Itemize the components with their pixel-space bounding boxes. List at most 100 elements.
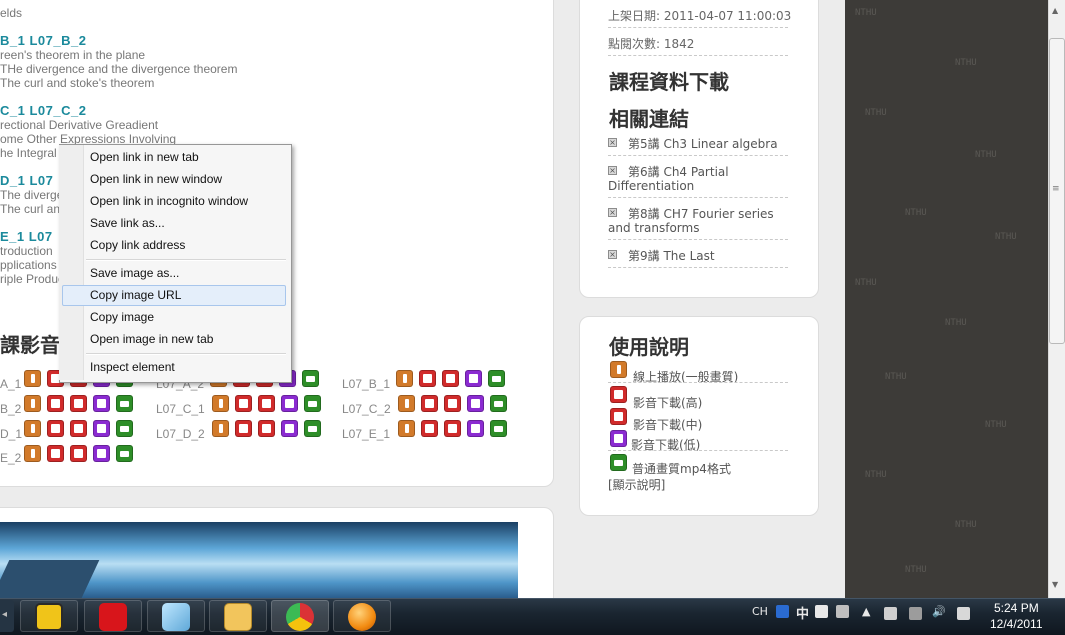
mp4-icon[interactable] bbox=[488, 370, 505, 387]
download-high-icon[interactable] bbox=[235, 420, 252, 437]
menu-save-link-as[interactable]: Save link as... bbox=[90, 216, 165, 230]
download-mid-icon[interactable] bbox=[444, 395, 461, 412]
related-link-6[interactable]: 第6講 Ch4 Partial Differentiation bbox=[608, 165, 788, 193]
taskbar-app-mail[interactable] bbox=[209, 600, 267, 632]
download-low-icon[interactable] bbox=[467, 420, 484, 437]
menu-inspect-element[interactable]: Inspect element bbox=[90, 360, 175, 374]
clock-time[interactable]: 5:24 PM bbox=[994, 601, 1039, 615]
pattern-word: NTHU bbox=[945, 318, 967, 328]
lecture-b-link[interactable]: B_1 L07_B_2 bbox=[0, 33, 86, 48]
download-low-icon bbox=[610, 430, 627, 447]
mp4-icon[interactable] bbox=[116, 395, 133, 412]
download-low-icon[interactable] bbox=[467, 395, 484, 412]
play-icon bbox=[610, 361, 627, 378]
play-icon[interactable] bbox=[212, 395, 229, 412]
start-arrow-icon: ◂ bbox=[2, 609, 8, 620]
divider bbox=[608, 382, 788, 383]
play-icon[interactable] bbox=[24, 370, 41, 387]
divider bbox=[608, 239, 788, 240]
scroll-grip-icon: ≡ bbox=[1052, 184, 1060, 194]
related-link-9[interactable]: 第9講 The Last bbox=[608, 249, 788, 263]
download-high-icon[interactable] bbox=[235, 395, 252, 412]
related-link-5[interactable]: 第5講 Ch3 Linear algebra bbox=[608, 137, 788, 151]
download-low-icon[interactable] bbox=[93, 445, 110, 462]
download-low-icon[interactable] bbox=[281, 420, 298, 437]
pattern-word: NTHU bbox=[855, 8, 877, 18]
play-icon[interactable] bbox=[24, 445, 41, 462]
video-section-title: 課影音 bbox=[0, 333, 60, 357]
related-link-8[interactable]: 第8講 CH7 Fourier series and transforms bbox=[608, 207, 788, 235]
download-high-icon[interactable] bbox=[419, 370, 436, 387]
menu-open-link-incognito[interactable]: Open link in incognito window bbox=[90, 194, 248, 208]
device-icon[interactable] bbox=[909, 607, 922, 620]
lecture-e-link[interactable]: E_1 L07 bbox=[0, 229, 53, 244]
play-icon[interactable] bbox=[24, 395, 41, 412]
menu-copy-link-address[interactable]: Copy link address bbox=[90, 238, 185, 252]
download-mid-icon[interactable] bbox=[258, 420, 275, 437]
mp4-icon[interactable] bbox=[116, 445, 133, 462]
lecture-e-item-1: troduction bbox=[0, 244, 53, 258]
play-icon[interactable] bbox=[396, 370, 413, 387]
download-low-icon[interactable] bbox=[281, 395, 298, 412]
lecture-c-link[interactable]: C_1 L07_C_2 bbox=[0, 103, 86, 118]
play-icon[interactable] bbox=[398, 395, 415, 412]
download-mid-icon[interactable] bbox=[70, 445, 87, 462]
lecture-d-link[interactable]: D_1 L07 bbox=[0, 173, 53, 188]
chrome-icon bbox=[286, 603, 314, 631]
input-language[interactable]: CH bbox=[752, 605, 768, 618]
download-mid-icon bbox=[610, 408, 627, 425]
mp4-icon[interactable] bbox=[490, 395, 507, 412]
download-low-icon[interactable] bbox=[465, 370, 482, 387]
volume-icon[interactable]: 🔊 bbox=[932, 605, 946, 618]
network-warning-icon[interactable] bbox=[884, 607, 897, 620]
taskbar-app-chrome[interactable] bbox=[271, 600, 329, 632]
mp4-icon[interactable] bbox=[490, 420, 507, 437]
play-icon[interactable] bbox=[24, 420, 41, 437]
download-mid-icon[interactable] bbox=[70, 420, 87, 437]
play-icon[interactable] bbox=[212, 420, 229, 437]
show-explanation-link[interactable]: [顯示說明] bbox=[608, 476, 665, 493]
menu-open-image-new-tab[interactable]: Open image in new tab bbox=[90, 332, 213, 346]
mp4-icon[interactable] bbox=[116, 420, 133, 437]
scroll-up-arrow-icon[interactable]: ▲ bbox=[1052, 6, 1062, 16]
menu-separator bbox=[86, 353, 286, 355]
pattern-word: NTHU bbox=[865, 108, 887, 118]
download-low-icon[interactable] bbox=[93, 395, 110, 412]
clock-date[interactable]: 12/4/2011 bbox=[990, 617, 1043, 631]
action-center-icon[interactable] bbox=[957, 607, 970, 620]
download-high-icon[interactable] bbox=[421, 395, 438, 412]
scroll-down-arrow-icon[interactable]: ▼ bbox=[1052, 580, 1062, 590]
download-high-icon[interactable] bbox=[47, 420, 64, 437]
taskbar-app-norton[interactable] bbox=[20, 600, 78, 632]
menu-copy-image-url[interactable]: Copy image URL bbox=[90, 288, 181, 302]
full-width-icon[interactable] bbox=[815, 605, 828, 618]
download-mid-icon[interactable] bbox=[442, 370, 459, 387]
mp4-icon[interactable] bbox=[302, 370, 319, 387]
download-low-icon[interactable] bbox=[93, 420, 110, 437]
menu-save-image-as[interactable]: Save image as... bbox=[90, 266, 179, 280]
lecture-b-item-1: reen's theorem in the plane bbox=[0, 48, 146, 62]
download-mid-icon[interactable] bbox=[258, 395, 275, 412]
ime-mode-icon[interactable] bbox=[776, 605, 789, 618]
mp4-icon[interactable] bbox=[304, 395, 321, 412]
download-high-icon[interactable] bbox=[421, 420, 438, 437]
download-high-icon[interactable] bbox=[47, 395, 64, 412]
taskbar-app-media-player[interactable] bbox=[333, 600, 391, 632]
taskbar-app-avira[interactable] bbox=[84, 600, 142, 632]
ime-settings-icon[interactable] bbox=[836, 605, 849, 618]
mp4-icon[interactable] bbox=[304, 420, 321, 437]
download-mid-icon[interactable] bbox=[70, 395, 87, 412]
download-mid-icon[interactable] bbox=[444, 420, 461, 437]
video-row-label: L07_D_2 bbox=[156, 427, 205, 441]
menu-copy-image[interactable]: Copy image bbox=[90, 310, 154, 324]
download-high-icon[interactable] bbox=[47, 445, 64, 462]
video-row-label: L07_B_1 bbox=[342, 377, 391, 391]
taskbar-app-notes[interactable] bbox=[147, 600, 205, 632]
show-hidden-icons-icon[interactable]: ▲ bbox=[862, 605, 870, 618]
ime-char[interactable]: 中 bbox=[796, 603, 809, 622]
menu-open-link-new-window[interactable]: Open link in new window bbox=[90, 172, 222, 186]
menu-open-link-new-tab[interactable]: Open link in new tab bbox=[90, 150, 199, 164]
play-icon[interactable] bbox=[398, 420, 415, 437]
context-menu-gutter bbox=[59, 145, 84, 380]
divider bbox=[608, 27, 788, 28]
